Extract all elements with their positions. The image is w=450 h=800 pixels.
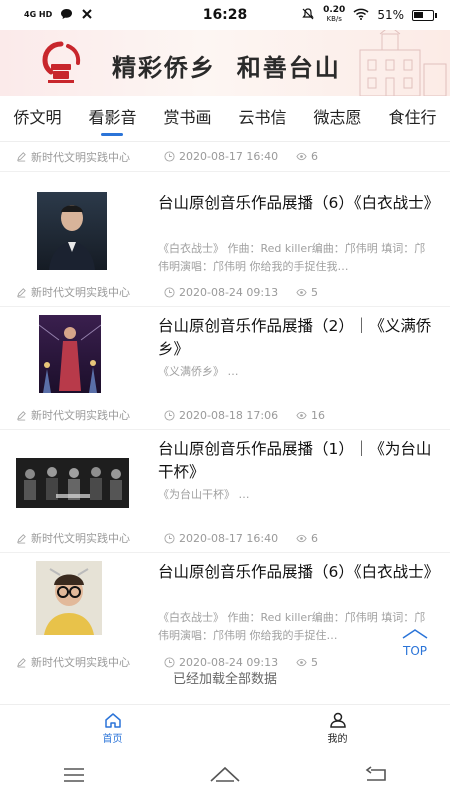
- date-label: 2020-08-17 16:40: [179, 531, 279, 545]
- battery-percent: 51%: [377, 8, 404, 22]
- nav-home-label: 首页: [102, 734, 123, 745]
- edit-icon: [17, 533, 26, 544]
- battery-fill: [414, 11, 423, 18]
- item-title[interactable]: 台山原创音乐作品展播（6）《白衣战士》: [158, 192, 439, 215]
- list-item[interactable]: 台山原创音乐作品展播（6）《白衣战士》 《白衣战士》 作曲：Red killer…: [0, 553, 450, 676]
- battery-icon: [412, 9, 437, 21]
- band-photo-image: [16, 458, 129, 508]
- view-count: 6: [311, 531, 318, 545]
- home-icon: [104, 713, 121, 728]
- nav-mine[interactable]: 我的: [225, 705, 450, 752]
- video-thumbnail[interactable]: [39, 315, 101, 393]
- list-item[interactable]: 台山原创音乐作品展播（6）《白衣战士》 《白衣战士》 作曲：Red killer…: [0, 184, 450, 307]
- system-navigation-bar: [0, 752, 450, 800]
- source-label: 新时代文明实践中心: [31, 150, 130, 164]
- date-label: 2020-08-24 09:13: [179, 285, 279, 299]
- clock-icon: [164, 409, 175, 421]
- status-bar: 4G HD 16:28 0.20 KB/s 51%: [0, 0, 450, 30]
- singer-portrait-image: [49, 205, 95, 270]
- status-right: 0.20 KB/s 51%: [301, 6, 437, 24]
- item-meta: 新时代文明实践中心 2020-08-18 17:06 16: [0, 403, 450, 427]
- mute-icon: [301, 7, 315, 24]
- speed-unit: KB/s: [326, 15, 342, 23]
- tab-weizhiyuan[interactable]: 微志愿: [313, 104, 361, 134]
- item-meta: 新时代文明实践中心 2020-08-24 09:13 5: [0, 280, 450, 304]
- eye-icon: [296, 411, 307, 419]
- nav-mine-label: 我的: [327, 734, 348, 745]
- list-item[interactable]: 台山原创音乐作品展播（1）｜《为台山干杯》 《为台山干杯》 … 新时代文明实践中…: [0, 430, 450, 553]
- network-indicator: 4G HD: [24, 10, 53, 19]
- bottom-navigation: 首页 我的: [0, 704, 450, 752]
- view-count: 5: [311, 655, 318, 669]
- performance-stage-image: [39, 324, 101, 393]
- eye-icon: [296, 658, 307, 666]
- eye-icon: [296, 152, 307, 161]
- clock-icon: [164, 656, 175, 668]
- view-count: 5: [311, 285, 318, 299]
- source-label: 新时代文明实践中心: [31, 286, 130, 299]
- item-description: 《义满侨乡》 …: [158, 365, 239, 378]
- singer-portrait-image: [36, 561, 102, 635]
- tab-shangshuhua[interactable]: 赏书画: [163, 104, 211, 134]
- nav-home[interactable]: 首页: [0, 705, 225, 752]
- tab-qiaowenming[interactable]: 侨文明: [13, 104, 61, 134]
- clock-icon: [164, 532, 175, 544]
- back-button-icon[interactable]: [365, 766, 387, 786]
- header-banner: 精彩侨乡 和善台山: [0, 30, 450, 96]
- edit-icon: [17, 410, 26, 421]
- edit-icon: [17, 287, 26, 298]
- speed-value: 0.20: [323, 5, 346, 15]
- item-title[interactable]: 台山原创音乐作品展播（1）｜《为台山干杯》: [158, 438, 436, 484]
- view-count: 6: [311, 150, 318, 163]
- eye-icon: [296, 534, 307, 542]
- date-label: 2020-08-17 16:40: [179, 150, 279, 163]
- clock-icon: [164, 286, 175, 298]
- message-icon: [60, 8, 73, 23]
- all-loaded-message: 已经加载全部数据: [172, 672, 277, 687]
- clock-icon: [164, 151, 175, 162]
- building-illustration: [359, 30, 447, 96]
- source-label: 新时代文明实践中心: [31, 532, 130, 545]
- chevron-up-icon: [402, 629, 428, 639]
- source-label: 新时代文明实践中心: [31, 409, 130, 422]
- item-description: 《白衣战士》 作曲：Red killer编曲：邝伟明 填词：邝伟明演唱：邝伟明 …: [158, 242, 426, 273]
- previous-item-meta: 新时代文明实践中心 2020-08-17 16:40 6: [0, 142, 450, 172]
- tab-kanyingyin[interactable]: 看影音: [88, 104, 136, 134]
- user-icon: [329, 712, 346, 728]
- network-speed: 0.20 KB/s: [323, 6, 345, 24]
- menu-icon[interactable]: [63, 767, 85, 786]
- brand-logo: [42, 41, 81, 83]
- item-title[interactable]: 台山原创音乐作品展播（6）《白衣战士》: [158, 561, 439, 584]
- tab-yunshuxin[interactable]: 云书信: [238, 104, 286, 134]
- date-label: 2020-08-24 09:13: [179, 655, 279, 669]
- content-feed[interactable]: 新时代文明实践中心 2020-08-17 16:40 6 台山原创音乐作品展播（…: [0, 142, 450, 702]
- top-label: TOP: [402, 644, 427, 658]
- item-title[interactable]: 台山原创音乐作品展播（2）｜《义满侨乡》: [158, 315, 436, 361]
- back-to-top-button[interactable]: TOP: [398, 624, 432, 657]
- video-thumbnail[interactable]: [16, 458, 129, 508]
- video-thumbnail[interactable]: [36, 561, 102, 635]
- edit-icon: [17, 657, 26, 668]
- status-left: 4G HD: [24, 8, 93, 23]
- tools-icon: [81, 8, 93, 23]
- video-thumbnail[interactable]: [37, 192, 107, 270]
- wifi-icon: [353, 8, 369, 23]
- home-button-icon[interactable]: [210, 766, 240, 786]
- view-count: 16: [311, 408, 325, 422]
- edit-icon: [17, 152, 26, 162]
- tab-shizhuxing[interactable]: 食住行: [388, 104, 436, 134]
- category-tabs: 侨文明 看影音 赏书画 云书信 微志愿 食住行: [0, 96, 450, 142]
- date-label: 2020-08-18 17:06: [179, 408, 279, 422]
- eye-icon: [296, 288, 307, 296]
- item-description: 《为台山干杯》 …: [158, 488, 250, 501]
- banner-slogan: 精彩侨乡 和善台山: [112, 53, 341, 82]
- item-description: 《白衣战士》 作曲：Red killer编曲：邝伟明 填词：邝伟明演唱：邝伟明 …: [158, 611, 426, 642]
- item-meta: 新时代文明实践中心 2020-08-17 16:40 6: [0, 526, 450, 550]
- list-item[interactable]: 台山原创音乐作品展播（2）｜《义满侨乡》 《义满侨乡》 … 新时代文明实践中心 …: [0, 307, 450, 430]
